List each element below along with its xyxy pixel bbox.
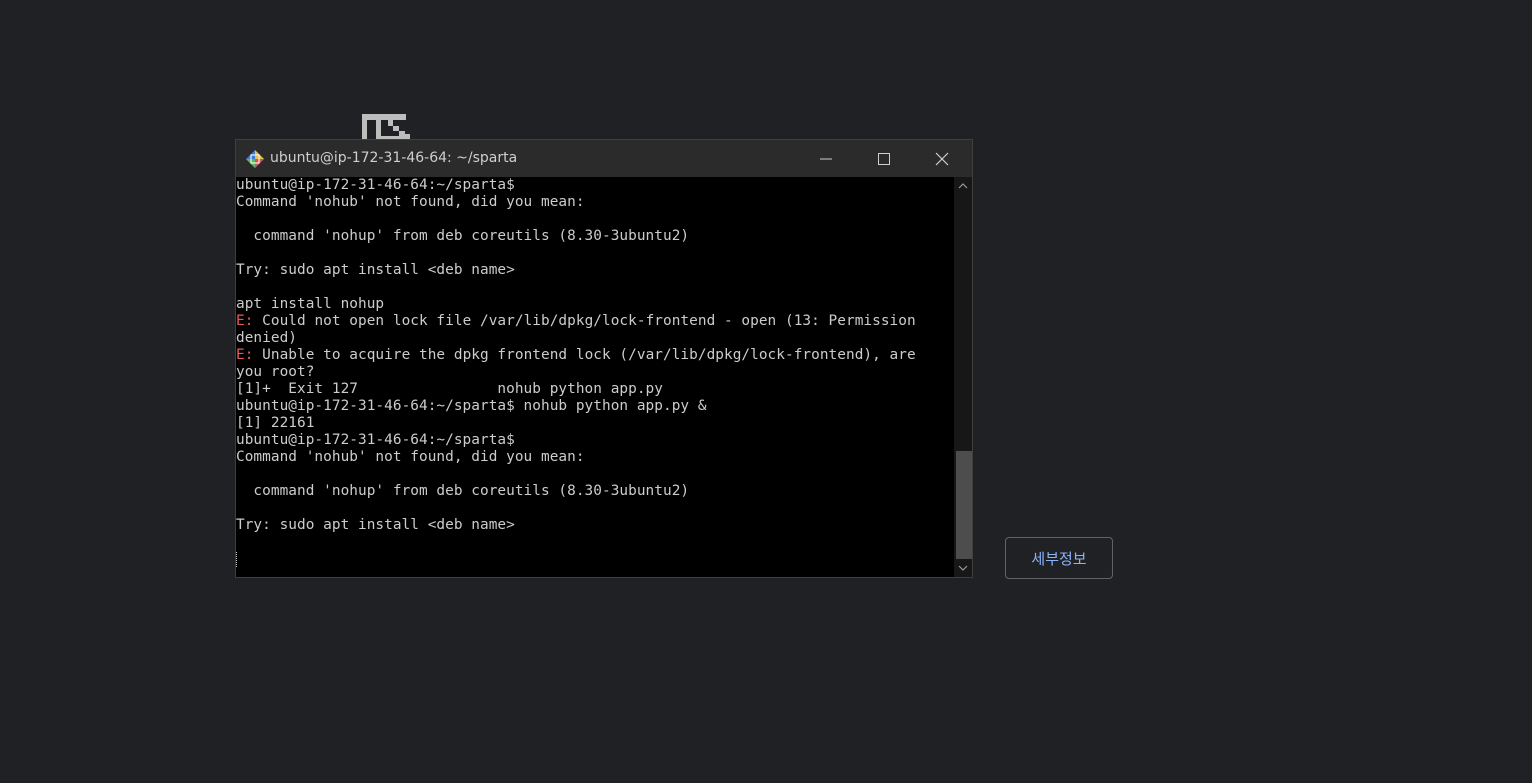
terminal-line: ubuntu@ip-172-31-46-64:~/sparta$ — [236, 432, 954, 449]
terminal-output[interactable]: ubuntu@ip-172-31-46-64:~/sparta$ Command … — [236, 177, 954, 577]
terminal-line-text: ubuntu@ip-172-31-46-64:~/sparta$ — [236, 177, 515, 193]
terminal-line-text: Unable to acquire the dpkg frontend lock… — [262, 347, 916, 363]
maximize-icon — [878, 152, 890, 165]
terminal-line-text: Command 'nohub' not found, did you mean: — [236, 194, 585, 210]
terminal-line-text: [1]+ Exit 127 nohub python app.py — [236, 381, 663, 397]
minimize-icon — [820, 158, 832, 159]
terminal-line: ubuntu@ip-172-31-46-64:~/sparta$ — [236, 177, 954, 194]
chevron-down-icon — [958, 565, 968, 571]
terminal-line-text: ubuntu@ip-172-31-46-64:~/sparta$ — [236, 432, 515, 448]
terminal-line: command 'nohup' from deb coreutils (8.30… — [236, 228, 954, 245]
close-icon — [935, 152, 949, 165]
error-prefix: E: — [236, 347, 263, 363]
terminal-line: E: Could not open lock file /var/lib/dpk… — [236, 313, 954, 330]
terminal-line-text: denied) — [236, 330, 297, 346]
terminal-line-text: command 'nohup' from deb coreutils (8.30… — [236, 228, 690, 244]
close-button[interactable] — [914, 140, 970, 177]
terminal-line-text: you root? — [236, 364, 315, 380]
terminal-line: Command 'nohub' not found, did you mean: — [236, 449, 954, 466]
terminal-line-text: Could not open lock file /var/lib/dpkg/l… — [262, 313, 916, 329]
text-cursor — [236, 552, 238, 567]
scroll-thumb[interactable] — [956, 451, 972, 559]
error-prefix: E: — [236, 313, 263, 329]
terminal-line: E: Unable to acquire the dpkg frontend l… — [236, 347, 954, 364]
terminal-line: command 'nohup' from deb coreutils (8.30… — [236, 483, 954, 500]
maximize-button[interactable] — [856, 140, 912, 177]
terminal-scrollbar[interactable] — [954, 177, 972, 577]
browser-page: ubuntu@ip-172-31-46-64: ~/sparta ubuntu@… — [0, 0, 1532, 783]
scroll-up-button[interactable] — [954, 178, 972, 194]
terminal-line — [236, 551, 954, 568]
terminal-line: Command 'nohub' not found, did you mean: — [236, 194, 954, 211]
window-titlebar[interactable]: ubuntu@ip-172-31-46-64: ~/sparta — [236, 140, 972, 177]
scroll-down-button[interactable] — [954, 560, 972, 576]
terminal-window[interactable]: ubuntu@ip-172-31-46-64: ~/sparta ubuntu@… — [235, 139, 973, 578]
terminal-line-text: command 'nohup' from deb coreutils (8.30… — [236, 483, 690, 499]
terminal-line: [1] 22161 — [236, 415, 954, 432]
details-button[interactable]: 세부정보 — [1005, 537, 1113, 579]
terminal-line-text: ubuntu@ip-172-31-46-64:~/sparta$ nohub p… — [236, 398, 707, 414]
terminal-line: [1]+ Exit 127 nohub python app.py — [236, 381, 954, 398]
chevron-up-icon — [958, 183, 968, 189]
terminal-line: Try: sudo apt install <deb name> — [236, 517, 954, 534]
terminal-line-text: apt install nohup — [236, 296, 385, 312]
minimize-button[interactable] — [798, 140, 854, 177]
putty-icon — [246, 150, 264, 168]
terminal-line-text: Try: sudo apt install <deb name> — [236, 517, 515, 533]
terminal-line: you root? — [236, 364, 954, 381]
terminal-line: apt install nohup — [236, 296, 954, 313]
terminal-line-text: [1] 22161 — [236, 415, 315, 431]
terminal-line: denied) — [236, 330, 954, 347]
terminal-line: Try: sudo apt install <deb name> — [236, 262, 954, 279]
window-title: ubuntu@ip-172-31-46-64: ~/sparta — [270, 150, 518, 166]
terminal-line: ubuntu@ip-172-31-46-64:~/sparta$ nohub p… — [236, 398, 954, 415]
terminal-line-text: Command 'nohub' not found, did you mean: — [236, 449, 585, 465]
terminal-line-text: Try: sudo apt install <deb name> — [236, 262, 515, 278]
offline-dino-icon — [362, 114, 410, 142]
